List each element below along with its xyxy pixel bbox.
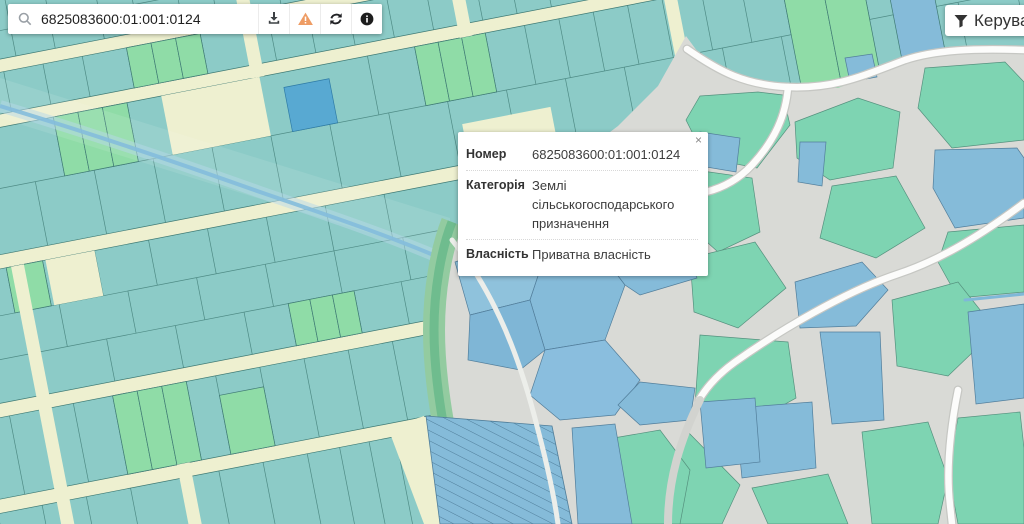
filter-funnel-icon <box>954 14 968 28</box>
search-icon <box>17 11 33 27</box>
search-field[interactable] <box>8 4 258 34</box>
warning-icon <box>297 11 314 27</box>
popup-value: Приватна власність <box>532 245 698 264</box>
popup-row-category: Категорія Землі сільськогосподарського п… <box>466 171 698 240</box>
popup-label: Категорія <box>466 176 532 233</box>
refresh-button[interactable] <box>320 4 351 34</box>
blue-parcel[interactable] <box>284 79 338 132</box>
popup-label: Власність <box>466 245 532 264</box>
popup-value: 6825083600:01:001:0124 <box>532 145 698 164</box>
warning-button[interactable] <box>289 4 320 34</box>
popup-label: Номер <box>466 145 532 164</box>
download-button[interactable] <box>258 4 289 34</box>
layers-button-label: Керування <box>974 11 1024 31</box>
search-bar <box>8 4 382 34</box>
popup-row-ownership: Власність Приватна власність <box>466 240 698 270</box>
layers-control-button[interactable]: Керування <box>945 5 1024 36</box>
popup-row-number: Номер 6825083600:01:001:0124 <box>466 140 698 171</box>
search-input[interactable] <box>41 11 258 27</box>
popup-value: Землі сільськогосподарського призначення <box>532 176 698 233</box>
popup-close-icon[interactable]: × <box>695 133 702 147</box>
parcel-info-popup: × Номер 6825083600:01:001:0124 Категорія… <box>458 132 708 276</box>
download-icon <box>266 11 282 27</box>
info-button[interactable] <box>351 4 382 34</box>
info-icon <box>359 11 375 27</box>
refresh-icon <box>328 11 344 27</box>
